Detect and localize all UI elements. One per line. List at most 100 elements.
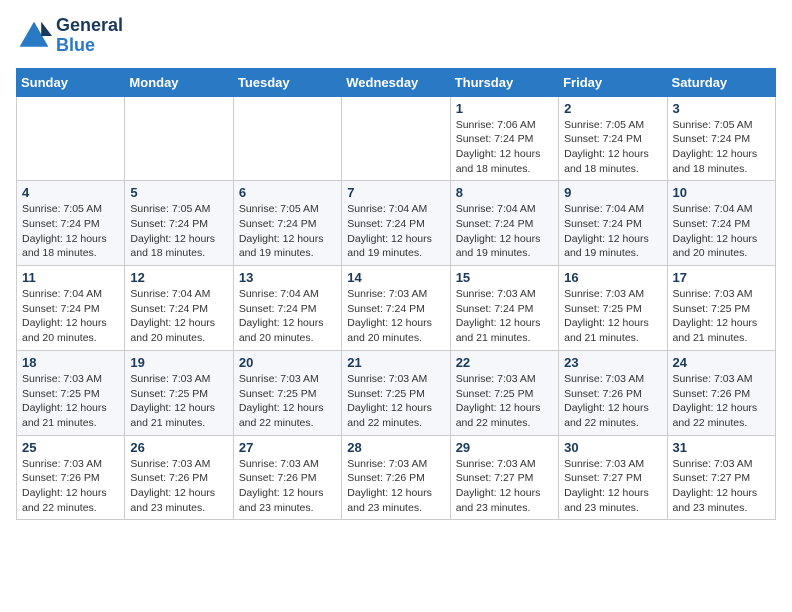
calendar-cell: 30 Sunrise: 7:03 AMSunset: 7:27 PMDayligh… — [559, 435, 667, 520]
day-info: Sunrise: 7:03 AMSunset: 7:25 PMDaylight:… — [130, 372, 227, 431]
page-header: General Blue — [16, 16, 776, 56]
day-number: 26 — [130, 440, 227, 455]
day-number: 25 — [22, 440, 119, 455]
day-number: 13 — [239, 270, 336, 285]
day-info: Sunrise: 7:03 AMSunset: 7:27 PMDaylight:… — [456, 457, 553, 516]
day-info: Sunrise: 7:03 AMSunset: 7:25 PMDaylight:… — [673, 287, 770, 346]
day-number: 3 — [673, 101, 770, 116]
day-info: Sunrise: 7:03 AMSunset: 7:27 PMDaylight:… — [673, 457, 770, 516]
day-info: Sunrise: 7:04 AMSunset: 7:24 PMDaylight:… — [564, 202, 661, 261]
day-info: Sunrise: 7:03 AMSunset: 7:26 PMDaylight:… — [564, 372, 661, 431]
day-number: 2 — [564, 101, 661, 116]
col-header-friday: Friday — [559, 68, 667, 96]
day-info: Sunrise: 7:03 AMSunset: 7:26 PMDaylight:… — [673, 372, 770, 431]
day-number: 10 — [673, 185, 770, 200]
day-info: Sunrise: 7:03 AMSunset: 7:26 PMDaylight:… — [130, 457, 227, 516]
day-number: 21 — [347, 355, 444, 370]
calendar-cell: 2 Sunrise: 7:05 AMSunset: 7:24 PMDaylight… — [559, 96, 667, 181]
col-header-wednesday: Wednesday — [342, 68, 450, 96]
logo-icon — [16, 18, 52, 54]
day-info: Sunrise: 7:03 AMSunset: 7:26 PMDaylight:… — [239, 457, 336, 516]
day-number: 8 — [456, 185, 553, 200]
day-info: Sunrise: 7:03 AMSunset: 7:26 PMDaylight:… — [347, 457, 444, 516]
calendar-cell: 27 Sunrise: 7:03 AMSunset: 7:26 PMDayligh… — [233, 435, 341, 520]
day-number: 14 — [347, 270, 444, 285]
calendar-cell: 22 Sunrise: 7:03 AMSunset: 7:25 PMDayligh… — [450, 350, 558, 435]
calendar-cell: 9 Sunrise: 7:04 AMSunset: 7:24 PMDaylight… — [559, 181, 667, 266]
day-info: Sunrise: 7:03 AMSunset: 7:25 PMDaylight:… — [22, 372, 119, 431]
calendar-cell: 11 Sunrise: 7:04 AMSunset: 7:24 PMDayligh… — [17, 266, 125, 351]
calendar-cell: 6 Sunrise: 7:05 AMSunset: 7:24 PMDaylight… — [233, 181, 341, 266]
day-number: 6 — [239, 185, 336, 200]
calendar-cell: 25Sunrise: 7:03 AMSunset: 7:26 PMDayligh… — [17, 435, 125, 520]
day-info: Sunrise: 7:05 AMSunset: 7:24 PMDaylight:… — [673, 118, 770, 177]
calendar-cell: 16 Sunrise: 7:03 AMSunset: 7:25 PMDayligh… — [559, 266, 667, 351]
day-number: 15 — [456, 270, 553, 285]
col-header-sunday: Sunday — [17, 68, 125, 96]
calendar-cell: 17 Sunrise: 7:03 AMSunset: 7:25 PMDayligh… — [667, 266, 775, 351]
day-info: Sunrise: 7:05 AMSunset: 7:24 PMDaylight:… — [239, 202, 336, 261]
day-number: 7 — [347, 185, 444, 200]
col-header-monday: Monday — [125, 68, 233, 96]
day-number: 28 — [347, 440, 444, 455]
col-header-saturday: Saturday — [667, 68, 775, 96]
calendar-cell: 8 Sunrise: 7:04 AMSunset: 7:24 PMDaylight… — [450, 181, 558, 266]
day-number: 22 — [456, 355, 553, 370]
calendar-cell: 23Sunrise: 7:03 AMSunset: 7:26 PMDayligh… — [559, 350, 667, 435]
calendar-cell: 14 Sunrise: 7:03 AMSunset: 7:24 PMDayligh… — [342, 266, 450, 351]
calendar-cell: 19 Sunrise: 7:03 AMSunset: 7:25 PMDayligh… — [125, 350, 233, 435]
day-number: 9 — [564, 185, 661, 200]
day-info: Sunrise: 7:04 AMSunset: 7:24 PMDaylight:… — [673, 202, 770, 261]
day-info: Sunrise: 7:03 AMSunset: 7:27 PMDaylight:… — [564, 457, 661, 516]
day-info: Sunrise: 7:04 AMSunset: 7:24 PMDaylight:… — [130, 287, 227, 346]
day-info: Sunrise: 7:03 AMSunset: 7:24 PMDaylight:… — [347, 287, 444, 346]
day-number: 19 — [130, 355, 227, 370]
day-number: 24 — [673, 355, 770, 370]
day-info: Sunrise: 7:04 AMSunset: 7:24 PMDaylight:… — [22, 287, 119, 346]
day-number: 1 — [456, 101, 553, 116]
day-info: Sunrise: 7:04 AMSunset: 7:24 PMDaylight:… — [239, 287, 336, 346]
calendar-cell: 7 Sunrise: 7:04 AMSunset: 7:24 PMDaylight… — [342, 181, 450, 266]
calendar-cell: 1 Sunrise: 7:06 AMSunset: 7:24 PMDaylight… — [450, 96, 558, 181]
day-info: Sunrise: 7:03 AMSunset: 7:25 PMDaylight:… — [347, 372, 444, 431]
day-info: Sunrise: 7:05 AMSunset: 7:24 PMDaylight:… — [564, 118, 661, 177]
calendar-cell — [125, 96, 233, 181]
day-info: Sunrise: 7:05 AMSunset: 7:24 PMDaylight:… — [22, 202, 119, 261]
calendar-cell — [17, 96, 125, 181]
calendar-cell: 10 Sunrise: 7:04 AMSunset: 7:24 PMDayligh… — [667, 181, 775, 266]
calendar-cell: 12 Sunrise: 7:04 AMSunset: 7:24 PMDayligh… — [125, 266, 233, 351]
calendar-cell: 21 Sunrise: 7:03 AMSunset: 7:25 PMDayligh… — [342, 350, 450, 435]
day-number: 29 — [456, 440, 553, 455]
calendar-cell: 24 Sunrise: 7:03 AMSunset: 7:26 PMDayligh… — [667, 350, 775, 435]
calendar-cell: 5Sunrise: 7:05 AMSunset: 7:24 PMDaylight… — [125, 181, 233, 266]
col-header-tuesday: Tuesday — [233, 68, 341, 96]
day-info: Sunrise: 7:03 AMSunset: 7:24 PMDaylight:… — [456, 287, 553, 346]
calendar-table: SundayMondayTuesdayWednesdayThursdayFrid… — [16, 68, 776, 521]
day-number: 11 — [22, 270, 119, 285]
day-info: Sunrise: 7:04 AMSunset: 7:24 PMDaylight:… — [456, 202, 553, 261]
calendar-cell: 26 Sunrise: 7:03 AMSunset: 7:26 PMDayligh… — [125, 435, 233, 520]
day-number: 18 — [22, 355, 119, 370]
calendar-cell: 3 Sunrise: 7:05 AMSunset: 7:24 PMDaylight… — [667, 96, 775, 181]
day-number: 17 — [673, 270, 770, 285]
day-number: 27 — [239, 440, 336, 455]
day-number: 5 — [130, 185, 227, 200]
calendar-cell: 15 Sunrise: 7:03 AMSunset: 7:24 PMDayligh… — [450, 266, 558, 351]
calendar-cell — [342, 96, 450, 181]
day-info: Sunrise: 7:06 AMSunset: 7:24 PMDaylight:… — [456, 118, 553, 177]
calendar-cell: 31 Sunrise: 7:03 AMSunset: 7:27 PMDayligh… — [667, 435, 775, 520]
day-number: 31 — [673, 440, 770, 455]
day-info: Sunrise: 7:03 AMSunset: 7:25 PMDaylight:… — [456, 372, 553, 431]
calendar-cell: 20 Sunrise: 7:03 AMSunset: 7:25 PMDayligh… — [233, 350, 341, 435]
day-info: Sunrise: 7:03 AMSunset: 7:25 PMDaylight:… — [564, 287, 661, 346]
calendar-cell: 18 Sunrise: 7:03 AMSunset: 7:25 PMDayligh… — [17, 350, 125, 435]
day-number: 20 — [239, 355, 336, 370]
day-number: 30 — [564, 440, 661, 455]
calendar-cell: 29 Sunrise: 7:03 AMSunset: 7:27 PMDayligh… — [450, 435, 558, 520]
day-number: 4 — [22, 185, 119, 200]
calendar-cell: 4 Sunrise: 7:05 AMSunset: 7:24 PMDaylight… — [17, 181, 125, 266]
day-number: 16 — [564, 270, 661, 285]
day-info: Sunrise: 7:04 AMSunset: 7:24 PMDaylight:… — [347, 202, 444, 261]
day-info: Sunrise: 7:03 AMSunset: 7:25 PMDaylight:… — [239, 372, 336, 431]
day-number: 12 — [130, 270, 227, 285]
